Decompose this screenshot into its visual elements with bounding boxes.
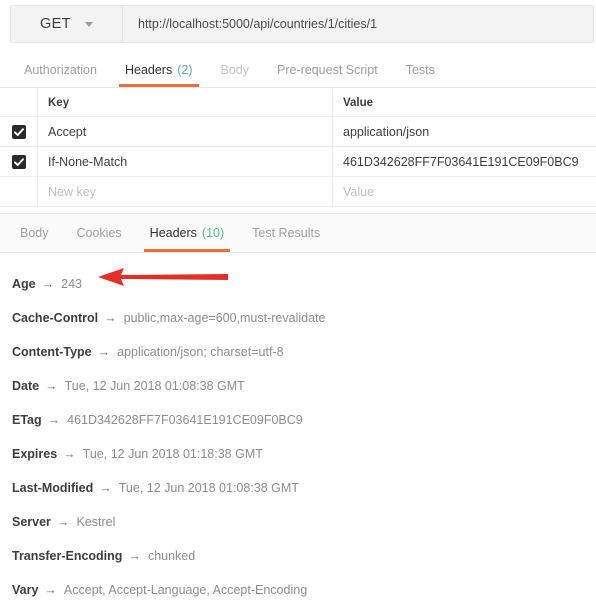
request-headers-table: Key Value Accept application/json If-Non… xyxy=(0,89,596,207)
list-item: Vary → Accept, Accept-Language, Accept-E… xyxy=(12,573,596,607)
response-header-name: Cache-Control xyxy=(12,311,99,325)
checkbox-checked-icon[interactable] xyxy=(11,124,26,139)
tab-test-results-label: Test Results xyxy=(252,226,321,240)
http-method-label: GET xyxy=(39,16,71,32)
tab-tests[interactable]: Tests xyxy=(392,52,449,87)
new-key-input[interactable]: New key xyxy=(38,177,333,206)
row-value-cell[interactable]: application/json xyxy=(333,117,596,146)
row-key-cell[interactable]: Accept xyxy=(38,117,333,146)
response-header-name: Transfer-Encoding xyxy=(12,549,123,563)
tab-response-headers-count: (10) xyxy=(201,226,225,240)
tab-authorization-label: Authorization xyxy=(24,62,97,77)
response-header-name: Last-Modified xyxy=(12,481,94,495)
tab-response-headers[interactable]: Headers (10) xyxy=(136,214,238,252)
table-row: Accept application/json xyxy=(0,117,596,147)
response-header-value: application/json; charset=utf-8 xyxy=(117,345,284,359)
row-key-cell[interactable]: If-None-Match xyxy=(38,147,333,176)
tab-pre-request-script-label: Pre-request Script xyxy=(277,62,378,77)
chevron-down-icon xyxy=(85,21,93,27)
arrow-right-icon: → xyxy=(97,345,111,359)
list-item: Expires → Tue, 12 Jun 2018 01:18:38 GMT xyxy=(12,437,596,471)
postman-window: GET http://localhost:5000/api/countries/… xyxy=(0,0,596,611)
new-key-placeholder: New key xyxy=(48,184,96,199)
response-header-value: public,max-age=600,must-revalidate xyxy=(123,311,326,325)
url-input[interactable]: http://localhost:5000/api/countries/1/ci… xyxy=(123,6,593,42)
row-key-text: Accept xyxy=(48,124,87,139)
response-header-value: Tue, 12 Jun 2018 01:08:38 GMT xyxy=(64,379,245,393)
tab-response-cookies[interactable]: Cookies xyxy=(63,214,136,252)
response-header-name: Content-Type xyxy=(12,345,92,359)
response-header-value: 243 xyxy=(61,277,82,291)
list-item: Cache-Control → public,max-age=600,must-… xyxy=(12,301,596,335)
response-header-name: Vary xyxy=(12,583,39,597)
tab-tests-label: Tests xyxy=(405,62,435,77)
row-value-text: application/json xyxy=(343,124,430,139)
tab-request-headers-label: Headers xyxy=(124,62,173,77)
response-header-name: Age xyxy=(12,277,36,291)
response-header-name: Date xyxy=(12,379,40,393)
new-value-placeholder: Value xyxy=(343,184,375,199)
arrow-right-icon: → xyxy=(44,583,57,597)
arrow-right-icon: → xyxy=(99,481,112,495)
row-check-cell xyxy=(0,117,38,146)
table-header-key-cell: Key xyxy=(38,89,333,116)
tab-response-cookies-label: Cookies xyxy=(76,226,122,240)
row-check-cell xyxy=(0,147,38,176)
table-header-check-cell xyxy=(0,89,38,116)
tab-response-headers-label: Headers xyxy=(149,226,197,240)
new-row-check-cell xyxy=(0,177,38,206)
response-header-value: Accept, Accept-Language, Accept-Encoding xyxy=(63,583,308,597)
tab-pre-request-script[interactable]: Pre-request Script xyxy=(263,52,392,87)
response-header-value: Tue, 12 Jun 2018 01:18:38 GMT xyxy=(82,447,263,461)
http-method-select[interactable]: GET xyxy=(11,6,123,42)
table-header-row: Key Value xyxy=(0,89,596,117)
table-row: If-None-Match 461D342628FF7F03641E191CE0… xyxy=(0,147,596,177)
row-value-cell[interactable]: 461D342628FF7F03641E191CE09F0BC9 xyxy=(333,147,596,176)
response-header-value: Tue, 12 Jun 2018 01:08:38 GMT xyxy=(118,481,299,495)
tab-request-headers[interactable]: Headers (2) xyxy=(111,52,207,87)
url-text: http://localhost:5000/api/countries/1/ci… xyxy=(138,17,378,31)
list-item: Last-Modified → Tue, 12 Jun 2018 01:08:3… xyxy=(12,471,596,505)
checkbox-checked-icon[interactable] xyxy=(11,154,26,169)
list-item: ETag → 461D342628FF7F03641E191CE09F0BC9 xyxy=(12,403,596,437)
arrow-right-icon: → xyxy=(128,549,141,563)
list-item: Age → 243 xyxy=(12,267,596,301)
tab-test-results[interactable]: Test Results xyxy=(238,214,334,252)
arrow-right-icon: → xyxy=(63,447,76,461)
tab-active-underline xyxy=(143,249,231,252)
arrow-right-icon: → xyxy=(45,379,58,393)
response-headers-list: Age → 243 Cache-Control → public,max-age… xyxy=(0,253,596,611)
request-tab-bar: Authorization Headers (2) Body Pre-reque… xyxy=(0,52,596,88)
row-key-text: If-None-Match xyxy=(48,154,128,169)
table-new-row: New key Value xyxy=(0,177,596,207)
tab-response-body-label: Body xyxy=(20,226,49,240)
tab-body-label: Body xyxy=(220,62,250,77)
arrow-right-icon: → xyxy=(41,277,55,291)
list-item: Content-Type → application/json; charset… xyxy=(12,335,596,369)
new-value-input[interactable]: Value xyxy=(333,177,596,206)
arrow-right-icon: → xyxy=(56,515,70,529)
response-header-name: ETag xyxy=(12,413,42,427)
tab-response-body[interactable]: Body xyxy=(6,214,63,252)
tab-request-headers-count: (2) xyxy=(177,62,193,77)
column-header-value: Value xyxy=(343,96,374,109)
tab-body[interactable]: Body xyxy=(207,52,264,87)
response-header-name: Expires xyxy=(12,447,58,461)
response-header-value: chunked xyxy=(147,549,196,563)
response-header-value: Kestrel xyxy=(76,515,116,529)
column-header-key: Key xyxy=(48,96,70,109)
response-header-name: Server xyxy=(12,515,51,529)
table-header-value-cell: Value xyxy=(333,89,596,116)
tab-authorization[interactable]: Authorization xyxy=(10,52,111,87)
list-item: Server → Kestrel xyxy=(12,505,596,539)
tab-active-underline xyxy=(118,84,199,87)
arrow-right-icon: → xyxy=(47,413,61,427)
row-value-text: 461D342628FF7F03641E191CE09F0BC9 xyxy=(343,154,579,169)
request-url-bar: GET http://localhost:5000/api/countries/… xyxy=(10,5,594,43)
response-header-value: 461D342628FF7F03641E191CE09F0BC9 xyxy=(67,413,303,427)
list-item: Transfer-Encoding → chunked xyxy=(12,539,596,573)
list-item: Date → Tue, 12 Jun 2018 01:08:38 GMT xyxy=(12,369,596,403)
response-tab-bar: Body Cookies Headers (10) Test Results xyxy=(0,213,596,253)
arrow-right-icon: → xyxy=(104,311,117,325)
